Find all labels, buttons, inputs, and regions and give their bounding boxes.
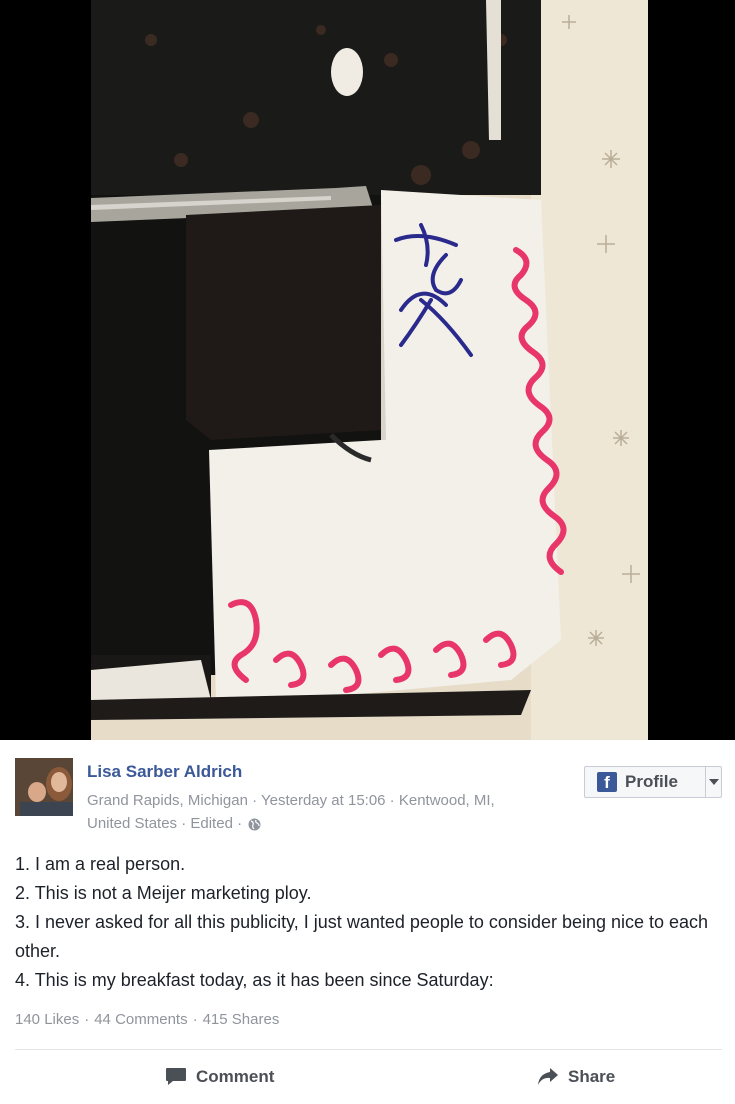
shares-count[interactable]: 415 Shares [203, 1011, 280, 1028]
post-photo[interactable] [91, 0, 648, 740]
profile-button-label: Profile [625, 772, 678, 791]
share-label: Share [568, 1067, 616, 1086]
chevron-down-icon [708, 779, 719, 785]
facebook-icon: f [597, 772, 617, 792]
body-paragraph: 2. This is not a Meijer marketing ploy. [15, 883, 312, 903]
body-paragraph: 4. This is my breakfast today, as it has… [15, 970, 494, 990]
post-stats: 140 Likes · 44 Comments · 415 Shares [15, 1011, 279, 1028]
body-paragraph: 1. I am a real person. [15, 854, 186, 874]
comment-icon [166, 1068, 186, 1085]
profile-dropdown-button[interactable] [705, 767, 721, 797]
author-name[interactable]: Lisa Sarber Aldrich [87, 762, 242, 782]
globe-icon[interactable] [248, 815, 261, 838]
photo-frame [0, 0, 735, 740]
separator: · [192, 1011, 198, 1028]
separator: · [84, 1011, 90, 1028]
profile-button-main[interactable]: f Profile [585, 767, 705, 797]
facebook-post: Lisa Sarber Aldrich Grand Rapids, Michig… [0, 740, 735, 1104]
share-button[interactable]: Share [537, 1067, 615, 1087]
post-meta: Grand Rapids, Michigan · Yesterday at 15… [87, 789, 587, 838]
profile-button[interactable]: f Profile [584, 766, 722, 798]
meta-line-2: United States · Edited · [87, 812, 587, 838]
meta-line-1[interactable]: Grand Rapids, Michigan · Yesterday at 15… [87, 789, 587, 812]
post-body: 1. I am a real person. 2. This is not a … [15, 850, 715, 995]
divider [15, 1049, 722, 1050]
cake-photo-illustration [91, 0, 648, 740]
comment-button[interactable]: Comment [165, 1067, 274, 1087]
likes-count[interactable]: 140 Likes [15, 1011, 79, 1028]
comment-label: Comment [196, 1067, 275, 1086]
comments-count[interactable]: 44 Comments [94, 1011, 187, 1028]
avatar[interactable] [15, 758, 73, 816]
body-paragraph: 3. I never asked for all this publicity,… [15, 912, 709, 961]
meta-line-2-text[interactable]: United States · Edited · [87, 815, 242, 832]
share-arrow-icon [538, 1068, 558, 1085]
